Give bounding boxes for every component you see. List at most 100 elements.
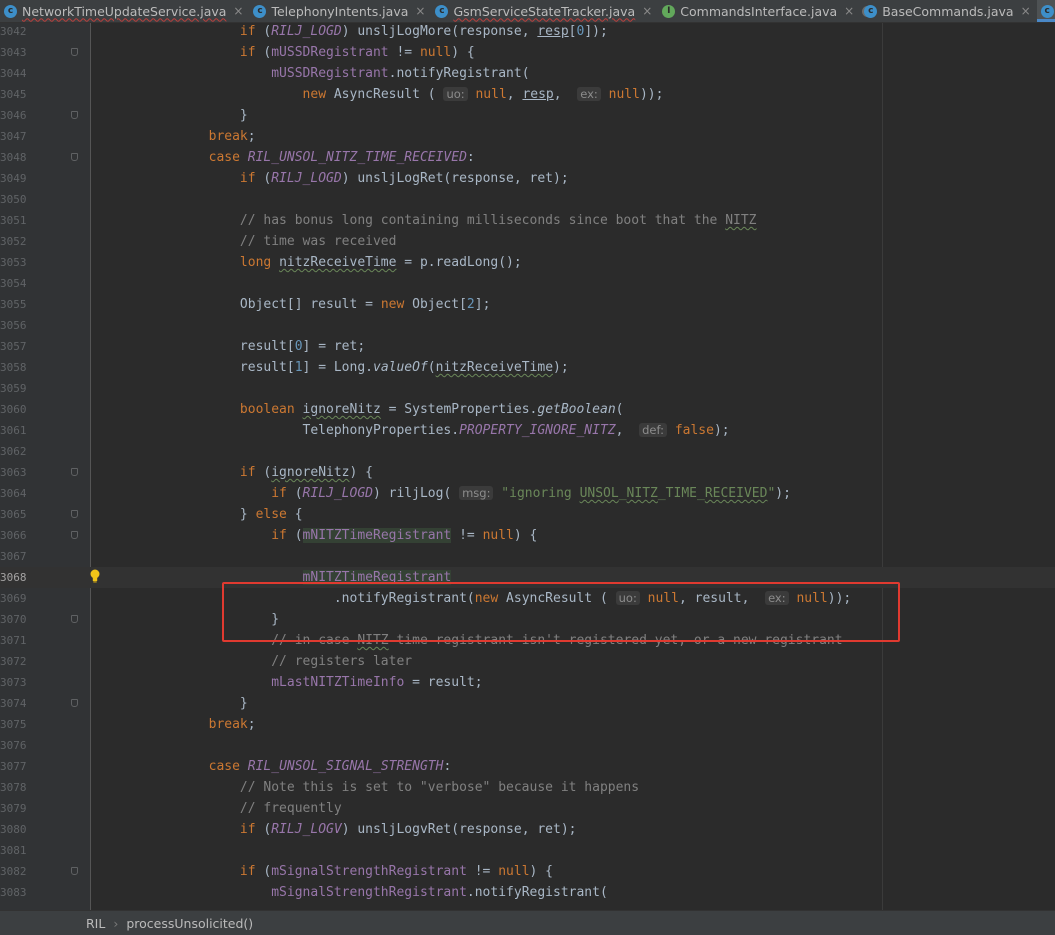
breadcrumb-class[interactable]: RIL <box>86 916 105 931</box>
class-c-icon: c <box>435 4 449 18</box>
code-line[interactable]: 3046 } <box>0 105 1055 126</box>
code-line[interactable]: 3074 } <box>0 693 1055 714</box>
line-number: 3056 <box>0 319 27 332</box>
code-line[interactable]: 3069 .notifyRegistrant(new AsyncResult (… <box>0 588 1055 609</box>
line-number: 3062 <box>0 445 27 458</box>
fold-marker-icon[interactable] <box>71 111 78 119</box>
line-number: 3043 <box>0 46 27 59</box>
line-number: 3075 <box>0 718 27 731</box>
code-text: break; <box>208 717 256 732</box>
code-text: // Note this is set to "verbose" because… <box>239 780 640 795</box>
code-line[interactable]: 3052 // time was received <box>0 231 1055 252</box>
fold-marker-icon[interactable] <box>71 510 78 518</box>
line-number: 3076 <box>0 739 27 752</box>
tab-networktimeupdateservice[interactable]: c NetworkTimeUpdateService.java × <box>0 0 249 22</box>
code-line[interactable]: 3051 // has bonus long containing millis… <box>0 210 1055 231</box>
line-number: 3078 <box>0 781 27 794</box>
breadcrumb-method[interactable]: processUnsolicited() <box>126 916 253 931</box>
code-line[interactable]: 3072 // registers later <box>0 651 1055 672</box>
code-line[interactable]: 3067 <box>0 546 1055 567</box>
close-icon[interactable]: × <box>1021 4 1031 18</box>
class-c-icon: c <box>4 4 17 18</box>
code-line[interactable]: 3047 break; <box>0 126 1055 147</box>
code-line[interactable]: 3054 <box>0 273 1055 294</box>
tab-label: NetworkTimeUpdateService.java <box>22 3 227 19</box>
line-number: 3073 <box>0 676 27 689</box>
code-line[interactable]: 3056 <box>0 315 1055 336</box>
line-number: 3082 <box>0 865 27 878</box>
code-text: Object[] result = new Object[2]; <box>146 297 491 312</box>
close-icon[interactable]: × <box>642 4 652 18</box>
code-line[interactable]: 3063 if (ignoreNitz) { <box>0 462 1055 483</box>
close-icon[interactable]: × <box>415 4 425 18</box>
tab-label: GsmServiceStateTracker.java <box>453 3 636 19</box>
fold-marker-icon[interactable] <box>71 531 78 539</box>
code-text: } else { <box>146 507 303 522</box>
line-number: 3042 <box>0 25 27 38</box>
code-line[interactable]: 3076 <box>0 735 1055 756</box>
tab-commandsinterface[interactable]: I CommandsInterface.java × <box>658 0 860 22</box>
fold-marker-icon[interactable] <box>71 48 78 56</box>
breadcrumb-bar: RIL › processUnsolicited() <box>0 910 1055 935</box>
fold-marker-icon[interactable] <box>71 867 78 875</box>
code-line[interactable]: 3066 if (mNITZTimeRegistrant != null) { <box>0 525 1055 546</box>
line-number: 3068 <box>0 571 27 584</box>
code-line[interactable]: 3042 if (RILJ_LOGD) unsljLogMore(respons… <box>0 23 1055 42</box>
fold-marker-icon[interactable] <box>71 615 78 623</box>
tab-telephonyintents[interactable]: c TelephonyIntents.java × <box>249 0 431 22</box>
tab-gsmservicestatetracker[interactable]: c GsmServiceStateTracker.java × <box>431 0 658 22</box>
code-line[interactable]: 3061 TelephonyProperties.PROPERTY_IGNORE… <box>0 420 1055 441</box>
code-line[interactable]: 3043 if (mUSSDRegistrant != null) { <box>0 42 1055 63</box>
code-text: if (RILJ_LOGD) unsljLogRet(response, ret… <box>239 171 569 186</box>
fold-marker-icon[interactable] <box>71 699 78 707</box>
code-line[interactable]: 3068 mNITZTimeRegistrant <box>0 567 1055 588</box>
fold-marker-icon[interactable] <box>71 153 78 161</box>
code-line[interactable]: 3045 new AsyncResult ( uo: null, resp, e… <box>0 84 1055 105</box>
code-line[interactable]: 3058 result[1] = Long.valueOf(nitzReceiv… <box>0 357 1055 378</box>
code-text: result[1] = Long.valueOf(nitzReceiveTime… <box>146 360 569 375</box>
close-icon[interactable]: × <box>233 4 243 18</box>
line-number: 3054 <box>0 277 27 290</box>
code-line[interactable]: 3078 // Note this is set to "verbose" be… <box>0 777 1055 798</box>
code-text: long nitzReceiveTime = p.readLong(); <box>239 255 522 270</box>
code-line[interactable]: 3073 mLastNITZTimeInfo = result; <box>0 672 1055 693</box>
code-line[interactable]: 3050 <box>0 189 1055 210</box>
line-number: 3063 <box>0 466 27 479</box>
line-number: 3069 <box>0 592 27 605</box>
line-number: 3051 <box>0 214 27 227</box>
code-line[interactable]: 3053 long nitzReceiveTime = p.readLong()… <box>0 252 1055 273</box>
line-number: 3053 <box>0 256 27 269</box>
code-line[interactable]: 3071 // in case NITZ time registrant isn… <box>0 630 1055 651</box>
code-line[interactable]: 3065 } else { <box>0 504 1055 525</box>
tab-ril[interactable]: cRIL.java <box>1036 0 1055 22</box>
code-text: result[0] = ret; <box>146 339 366 354</box>
code-editor[interactable]: 3042 if (RILJ_LOGD) unsljLogMore(respons… <box>0 23 1055 910</box>
code-line[interactable]: 3057 result[0] = ret; <box>0 336 1055 357</box>
code-line[interactable]: 3048 case RIL_UNSOL_NITZ_TIME_RECEIVED: <box>0 147 1055 168</box>
code-line[interactable]: 3062 <box>0 441 1055 462</box>
line-number: 3083 <box>0 886 27 899</box>
code-text: // in case NITZ time registrant isn't re… <box>271 633 843 648</box>
line-number: 3060 <box>0 403 27 416</box>
code-line[interactable]: 3059 <box>0 378 1055 399</box>
fold-marker-icon[interactable] <box>71 468 78 476</box>
code-line[interactable]: 3064 if (RILJ_LOGD) riljLog( msg: "ignor… <box>0 483 1055 504</box>
lightbulb-icon[interactable] <box>89 569 101 590</box>
code-line[interactable]: 3060 boolean ignoreNitz = SystemProperti… <box>0 399 1055 420</box>
code-line[interactable]: 3083 mSignalStrengthRegistrant.notifyReg… <box>0 882 1055 903</box>
code-line[interactable]: 3070 } <box>0 609 1055 630</box>
tab-basecommands[interactable]: c BaseCommands.java × <box>860 0 1036 22</box>
code-line[interactable]: 3077 case RIL_UNSOL_SIGNAL_STRENGTH: <box>0 756 1055 777</box>
code-line[interactable]: 3079 // frequently <box>0 798 1055 819</box>
line-number: 3072 <box>0 655 27 668</box>
code-line[interactable]: 3044 mUSSDRegistrant.notifyRegistrant( <box>0 63 1055 84</box>
class-c-icon: c <box>1040 4 1054 18</box>
code-line[interactable]: 3082 if (mSignalStrengthRegistrant != nu… <box>0 861 1055 882</box>
line-number: 3081 <box>0 844 27 857</box>
code-line[interactable]: 3049 if (RILJ_LOGD) unsljLogRet(response… <box>0 168 1055 189</box>
code-line[interactable]: 3075 break; <box>0 714 1055 735</box>
code-line[interactable]: 3055 Object[] result = new Object[2]; <box>0 294 1055 315</box>
close-icon[interactable]: × <box>844 4 854 18</box>
code-line[interactable]: 3080 if (RILJ_LOGV) unsljLogvRet(respons… <box>0 819 1055 840</box>
code-line[interactable]: 3081 <box>0 840 1055 861</box>
